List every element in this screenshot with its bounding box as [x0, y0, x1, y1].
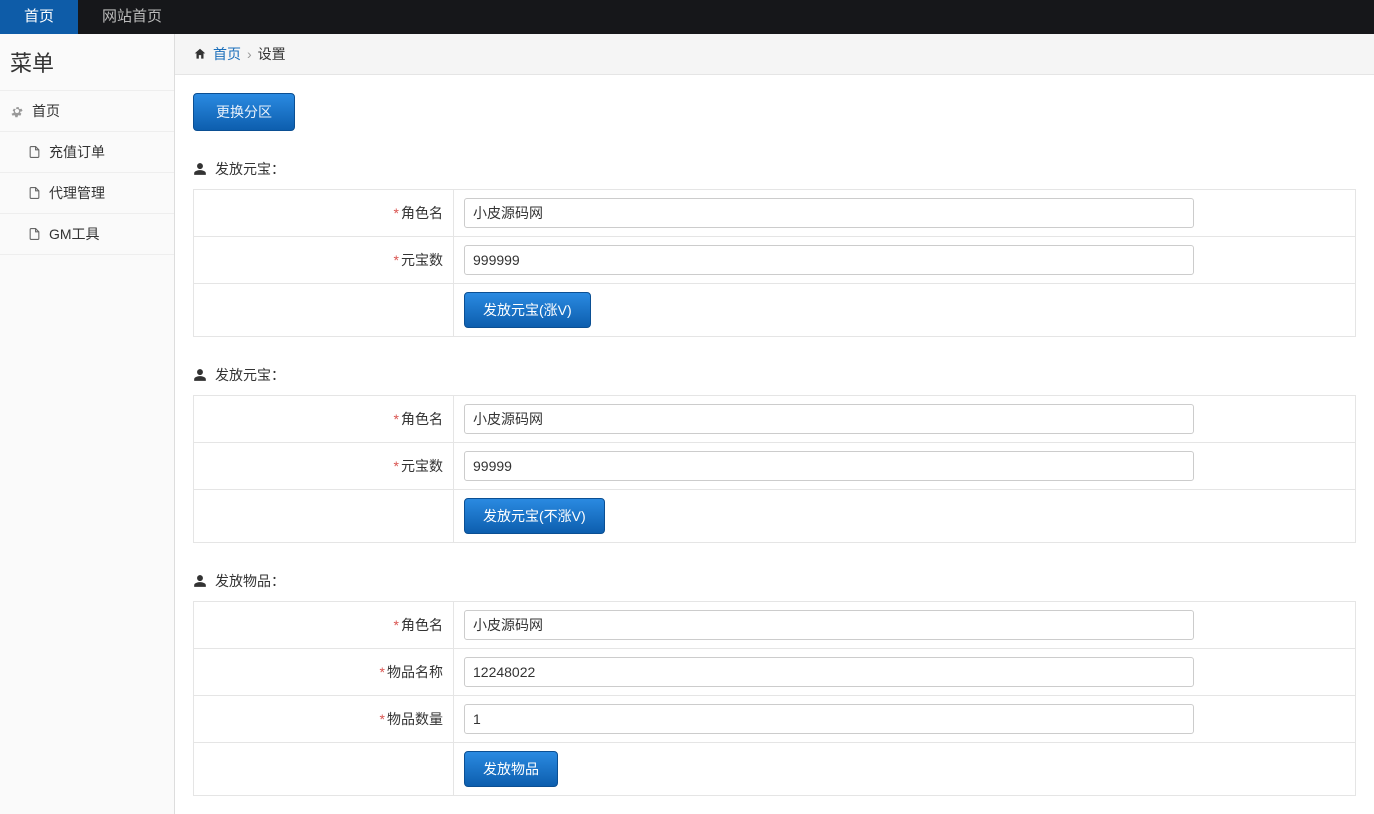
sidebar: 菜单 首页 充值订单 代理管理 GM工具 — [0, 34, 175, 814]
yuanbao-amount-input[interactable] — [464, 245, 1194, 275]
top-nav: 首页 网站首页 — [0, 0, 1374, 34]
required-mark: * — [380, 711, 385, 727]
field-label-role: 角色名 — [401, 411, 443, 427]
sidebar-item-label: 首页 — [32, 101, 60, 121]
role-name-input[interactable] — [464, 610, 1194, 640]
sidebar-item-label: 充值订单 — [49, 142, 105, 162]
issue-yuanbao-v-button[interactable]: 发放元宝(涨V) — [464, 292, 591, 328]
gear-icon — [10, 104, 24, 118]
sidebar-title: 菜单 — [0, 34, 174, 90]
topnav-site-home[interactable]: 网站首页 — [78, 0, 186, 34]
main-content: 首页 › 设置 更换分区 发放元宝： *角色名 *元宝数 — [175, 34, 1374, 814]
field-label-item-name: 物品名称 — [387, 664, 443, 680]
field-label-amount: 元宝数 — [401, 458, 443, 474]
file-icon — [28, 145, 41, 159]
change-zone-button[interactable]: 更换分区 — [193, 93, 295, 131]
breadcrumb-current: 设置 — [258, 44, 286, 64]
sidebar-item-label: 代理管理 — [49, 183, 105, 203]
role-name-input[interactable] — [464, 198, 1194, 228]
field-label-role: 角色名 — [401, 617, 443, 633]
issue-item-button[interactable]: 发放物品 — [464, 751, 558, 787]
field-label-item-qty: 物品数量 — [387, 711, 443, 727]
sidebar-item-home[interactable]: 首页 — [0, 90, 174, 131]
breadcrumb: 首页 › 设置 — [175, 34, 1374, 75]
section-title: 发放元宝： — [215, 159, 285, 179]
required-mark: * — [394, 411, 399, 427]
required-mark: * — [394, 205, 399, 221]
section-item-header: 发放物品： — [193, 571, 1356, 591]
sidebar-item-label: GM工具 — [49, 224, 100, 244]
yuanbao-amount-input[interactable] — [464, 451, 1194, 481]
file-icon — [28, 227, 41, 241]
section-yuanbao-v-header: 发放元宝： — [193, 159, 1356, 179]
section-title: 发放物品： — [215, 571, 285, 591]
person-icon — [193, 162, 207, 176]
section-title: 发放元宝： — [215, 365, 285, 385]
form-yuanbao-v: *角色名 *元宝数 发放元宝(涨V) — [193, 189, 1356, 337]
section-yuanbao-no-v-header: 发放元宝： — [193, 365, 1356, 385]
issue-yuanbao-no-v-button[interactable]: 发放元宝(不涨V) — [464, 498, 605, 534]
sidebar-item-recharge[interactable]: 充值订单 — [0, 131, 174, 172]
sidebar-item-gm-tools[interactable]: GM工具 — [0, 213, 174, 255]
required-mark: * — [394, 617, 399, 633]
item-qty-input[interactable] — [464, 704, 1194, 734]
sidebar-item-agent[interactable]: 代理管理 — [0, 172, 174, 213]
home-icon — [193, 47, 207, 61]
breadcrumb-separator: › — [247, 46, 252, 62]
breadcrumb-home-link[interactable]: 首页 — [213, 44, 241, 64]
file-icon — [28, 186, 41, 200]
required-mark: * — [394, 252, 399, 268]
person-icon — [193, 574, 207, 588]
field-label-amount: 元宝数 — [401, 252, 443, 268]
topnav-home[interactable]: 首页 — [0, 0, 78, 34]
role-name-input[interactable] — [464, 404, 1194, 434]
required-mark: * — [394, 458, 399, 474]
item-name-input[interactable] — [464, 657, 1194, 687]
form-item: *角色名 *物品名称 *物品数量 发放物品 — [193, 601, 1356, 796]
form-yuanbao-no-v: *角色名 *元宝数 发放元宝(不涨V) — [193, 395, 1356, 543]
required-mark: * — [380, 664, 385, 680]
person-icon — [193, 368, 207, 382]
field-label-role: 角色名 — [401, 205, 443, 221]
